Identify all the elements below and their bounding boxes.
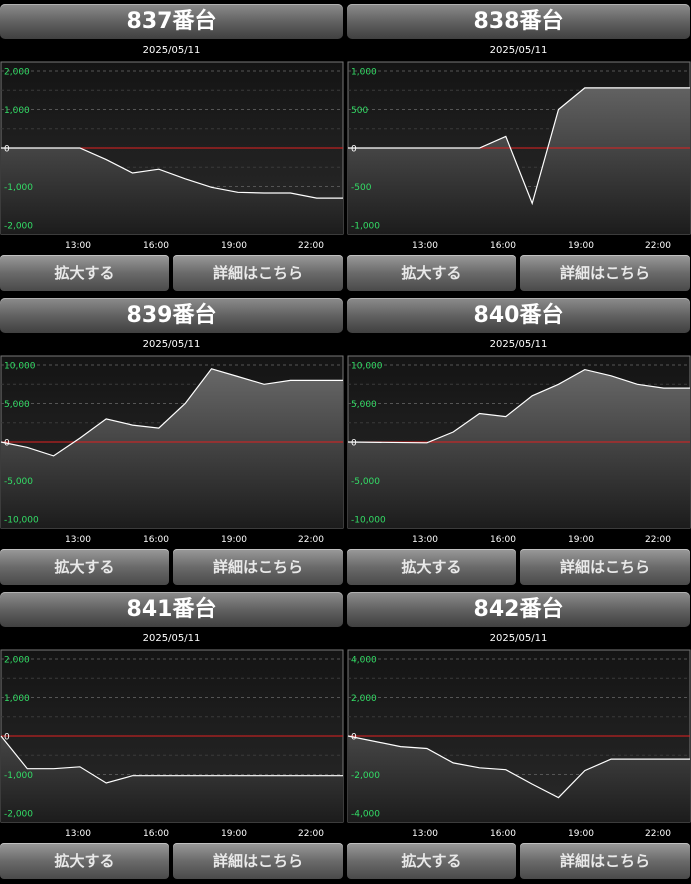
y-tick-label: 10,000 <box>4 362 36 372</box>
x-tick-label: 13:00 <box>412 829 438 839</box>
y-tick-label: 10,000 <box>351 362 383 372</box>
x-tick-label: 13:00 <box>412 535 438 545</box>
x-tick-label: 22:00 <box>645 535 671 545</box>
x-tick-label: 13:00 <box>65 241 91 251</box>
detail-button[interactable]: 詳細はこちら <box>173 255 343 291</box>
profit-chart: 10,000 5,000 0 -5,000 -10,000 13:00 16:00 19:00… <box>347 355 691 545</box>
y-tick-label: -1,000 <box>4 183 33 193</box>
zoom-button[interactable]: 拡大する <box>347 255 516 291</box>
machine-panel: 840番台 2025/05/11 10,000 5,000 0 -5,000 -10,000… <box>347 294 691 585</box>
zoom-button[interactable]: 拡大する <box>0 549 169 585</box>
y-tick-label: 1,000 <box>4 106 30 116</box>
x-tick-label: 13:00 <box>65 535 91 545</box>
x-tick-label: 16:00 <box>143 241 169 251</box>
profit-chart: 2,000 1,000 0 -1,000 -2,000 13:00 16:00 19:00 22… <box>0 61 344 251</box>
x-tick-label: 19:00 <box>221 829 247 839</box>
y-tick-label: 0 <box>4 145 10 155</box>
zoom-button[interactable]: 拡大する <box>0 843 169 879</box>
zoom-button[interactable]: 拡大する <box>347 843 516 879</box>
x-tick-label: 19:00 <box>568 829 594 839</box>
y-tick-label: 0 <box>351 733 357 743</box>
y-tick-label: 2,000 <box>4 656 30 666</box>
y-tick-label: 2,000 <box>351 694 377 704</box>
y-tick-label: -1,000 <box>351 222 380 232</box>
profit-chart: 2,000 1,000 0 -1,000 -2,000 13:00 16:00 19:00 22… <box>0 649 344 839</box>
y-tick-label: -4,000 <box>351 810 380 820</box>
profit-chart: 10,000 5,000 0 -5,000 -10,000 13:00 16:00 19:00… <box>0 355 344 545</box>
machine-panel: 841番台 2025/05/11 2,000 1,000 0 -1,000 -2,000 13… <box>0 588 344 879</box>
detail-button[interactable]: 詳細はこちら <box>173 843 343 879</box>
y-tick-label: 0 <box>351 145 357 155</box>
x-tick-label: 13:00 <box>65 829 91 839</box>
detail-button[interactable]: 詳細はこちら <box>520 843 690 879</box>
y-tick-label: 2,000 <box>4 68 30 78</box>
x-tick-label: 22:00 <box>645 241 671 251</box>
x-tick-label: 22:00 <box>298 829 324 839</box>
y-tick-label: -2,000 <box>351 771 380 781</box>
x-tick-label: 22:00 <box>645 829 671 839</box>
y-tick-label: -5,000 <box>4 477 33 487</box>
y-tick-label: 500 <box>351 106 368 116</box>
y-tick-label: 0 <box>4 733 10 743</box>
y-tick-label: -10,000 <box>351 516 386 526</box>
y-tick-label: -500 <box>351 183 372 193</box>
y-tick-label: 0 <box>4 439 10 449</box>
y-tick-label: 1,000 <box>4 694 30 704</box>
x-tick-label: 16:00 <box>490 241 516 251</box>
x-tick-label: 22:00 <box>298 535 324 545</box>
x-tick-label: 19:00 <box>568 535 594 545</box>
x-tick-label: 19:00 <box>221 241 247 251</box>
detail-button[interactable]: 詳細はこちら <box>520 255 690 291</box>
x-tick-label: 16:00 <box>143 535 169 545</box>
y-tick-label: -1,000 <box>4 771 33 781</box>
profit-chart: 4,000 2,000 0 -2,000 -4,000 13:00 16:00 19:00 22… <box>347 649 691 839</box>
machine-panel: 838番台 2025/05/11 1,000 500 0 -500 -1,000 13:00 1… <box>347 0 691 291</box>
x-tick-label: 19:00 <box>221 535 247 545</box>
y-tick-label: -5,000 <box>351 477 380 487</box>
machine-panel: 837番台 2025/05/11 2,000 1,000 0 -1,000 -2,000 13… <box>0 0 344 291</box>
y-tick-label: 5,000 <box>351 400 377 410</box>
x-tick-label: 19:00 <box>568 241 594 251</box>
x-tick-label: 13:00 <box>412 241 438 251</box>
x-tick-label: 16:00 <box>490 535 516 545</box>
machine-panel: 839番台 2025/05/11 10,000 5,000 0 -5,000 -10,000… <box>0 294 344 585</box>
detail-button[interactable]: 詳細はこちら <box>520 549 690 585</box>
detail-button[interactable]: 詳細はこちら <box>173 549 343 585</box>
y-tick-label: 1,000 <box>351 68 377 78</box>
x-tick-label: 16:00 <box>490 829 516 839</box>
x-tick-label: 16:00 <box>143 829 169 839</box>
y-tick-label: -2,000 <box>4 222 33 232</box>
y-tick-label: 0 <box>351 439 357 449</box>
profit-chart: 1,000 500 0 -500 -1,000 13:00 16:00 19:00 22:00 <box>347 61 691 251</box>
zoom-button[interactable]: 拡大する <box>0 255 169 291</box>
y-tick-label: 4,000 <box>351 656 377 666</box>
zoom-button[interactable]: 拡大する <box>347 549 516 585</box>
machine-panel: 842番台 2025/05/11 4,000 2,000 0 -2,000 -4,000 13… <box>347 588 691 879</box>
x-tick-label: 22:00 <box>298 241 324 251</box>
y-tick-label: -2,000 <box>4 810 33 820</box>
y-tick-label: 5,000 <box>4 400 30 410</box>
y-tick-label: -10,000 <box>4 516 39 526</box>
